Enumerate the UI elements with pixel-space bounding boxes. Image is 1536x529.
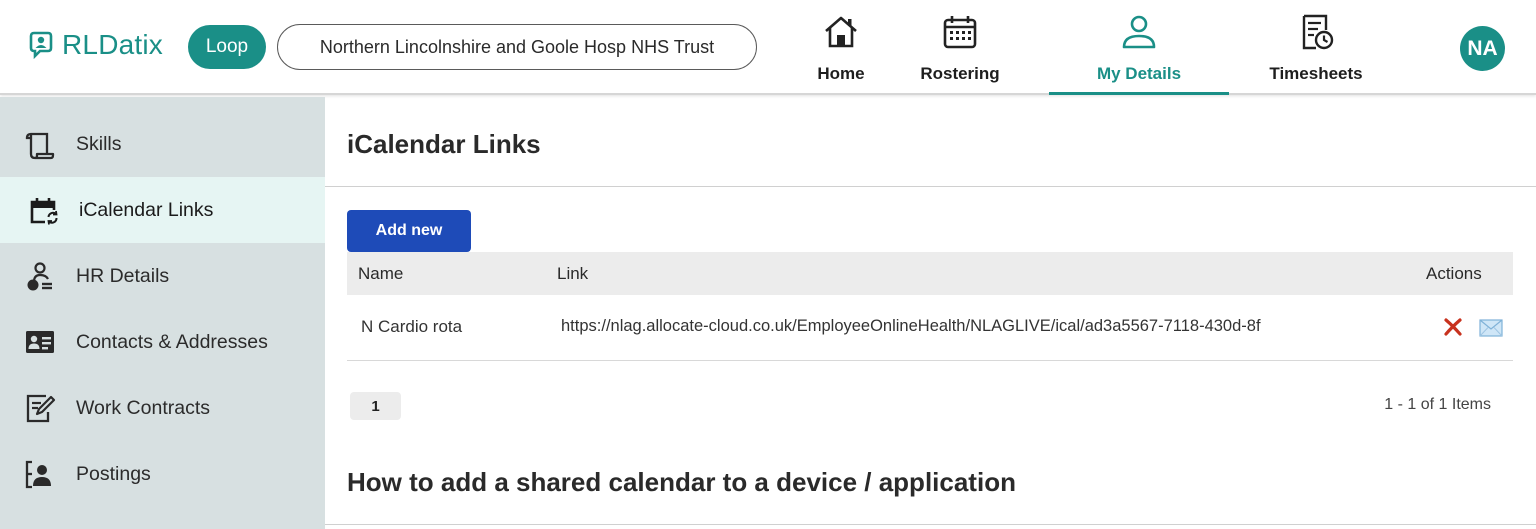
- page-title: iCalendar Links: [347, 129, 541, 159]
- pager-info: 1 - 1 of 1 Items: [1384, 396, 1491, 413]
- top-header: RLDatix Loop Northern Lincolnshire and G…: [0, 0, 1536, 95]
- nav-my-details[interactable]: My Details: [1079, 10, 1199, 95]
- section-heading: How to add a shared calendar to a device…: [347, 467, 1016, 497]
- home-icon: [825, 16, 857, 48]
- sidebar-item-icalendar-links[interactable]: iCalendar Links: [0, 177, 325, 243]
- sidebar-item-label: Skills: [76, 132, 122, 155]
- sidebar-item-label: Contacts & Addresses: [76, 330, 268, 353]
- sidebar: Skills iCalendar Links HR Details Contac…: [0, 97, 325, 529]
- sidebar-item-contacts-addresses[interactable]: Contacts & Addresses: [0, 309, 325, 375]
- timesheet-clock-icon: [1302, 14, 1334, 50]
- sidebar-item-postings[interactable]: Postings: [0, 441, 325, 507]
- calendar-sync-icon: [30, 198, 58, 225]
- active-nav-indicator: [1049, 92, 1229, 95]
- nav-timesheets-label: Timesheets: [1269, 64, 1363, 83]
- nav-rostering[interactable]: Rostering: [915, 10, 1005, 95]
- table-header: Name Link Actions: [347, 252, 1513, 295]
- delete-icon[interactable]: [1443, 317, 1463, 337]
- contact-card-icon: [26, 331, 54, 353]
- column-header-name[interactable]: Name: [358, 264, 403, 284]
- nav-my-details-label: My Details: [1096, 64, 1182, 83]
- sidebar-item-skills[interactable]: Skills: [0, 111, 325, 177]
- person-people-icon: [27, 262, 52, 291]
- organisation-selector[interactable]: Northern Lincolnshire and Goole Hosp NHS…: [277, 24, 757, 70]
- brand-name: RLDatix: [62, 29, 163, 60]
- column-header-actions: Actions: [1426, 264, 1482, 283]
- loop-app-pill[interactable]: Loop: [188, 25, 266, 69]
- sidebar-item-hr-details[interactable]: HR Details: [0, 243, 325, 309]
- sidebar-item-label: Postings: [76, 462, 151, 485]
- scroll-icon: [25, 132, 55, 160]
- calendar-grid-icon: [943, 16, 977, 49]
- email-icon[interactable]: [1479, 319, 1503, 337]
- user-avatar[interactable]: NA: [1460, 26, 1505, 71]
- user-icon: [1122, 15, 1156, 49]
- contract-edit-icon: [26, 394, 56, 423]
- sidebar-item-label: Work Contracts: [76, 396, 211, 419]
- pager-page-button[interactable]: 1: [350, 392, 401, 420]
- title-divider: [325, 186, 1536, 187]
- section-divider: [325, 524, 1536, 525]
- nav-rostering-label: Rostering: [920, 64, 1000, 83]
- row-link-cell[interactable]: https://nlag.allocate-cloud.co.uk/Employ…: [561, 317, 1261, 336]
- rldatix-logo[interactable]: RLDatix: [26, 29, 163, 61]
- rldatix-logo-icon: [29, 31, 53, 60]
- sidebar-item-label: HR Details: [76, 264, 170, 287]
- sidebar-item-label: iCalendar Links: [79, 198, 214, 221]
- posting-person-icon: [25, 460, 51, 489]
- row-name-cell: N Cardio rota: [361, 317, 463, 336]
- nav-timesheets[interactable]: Timesheets: [1260, 10, 1372, 95]
- add-new-button[interactable]: Add new: [347, 210, 471, 252]
- column-header-link[interactable]: Link: [557, 264, 588, 284]
- main-content: iCalendar Links Add new Name Link Action…: [325, 97, 1536, 529]
- nav-home[interactable]: Home: [811, 10, 871, 95]
- nav-home-label: Home: [817, 64, 865, 83]
- sidebar-item-work-contracts[interactable]: Work Contracts: [0, 375, 325, 441]
- table-row: N Cardio rota https://nlag.allocate-clou…: [347, 295, 1513, 361]
